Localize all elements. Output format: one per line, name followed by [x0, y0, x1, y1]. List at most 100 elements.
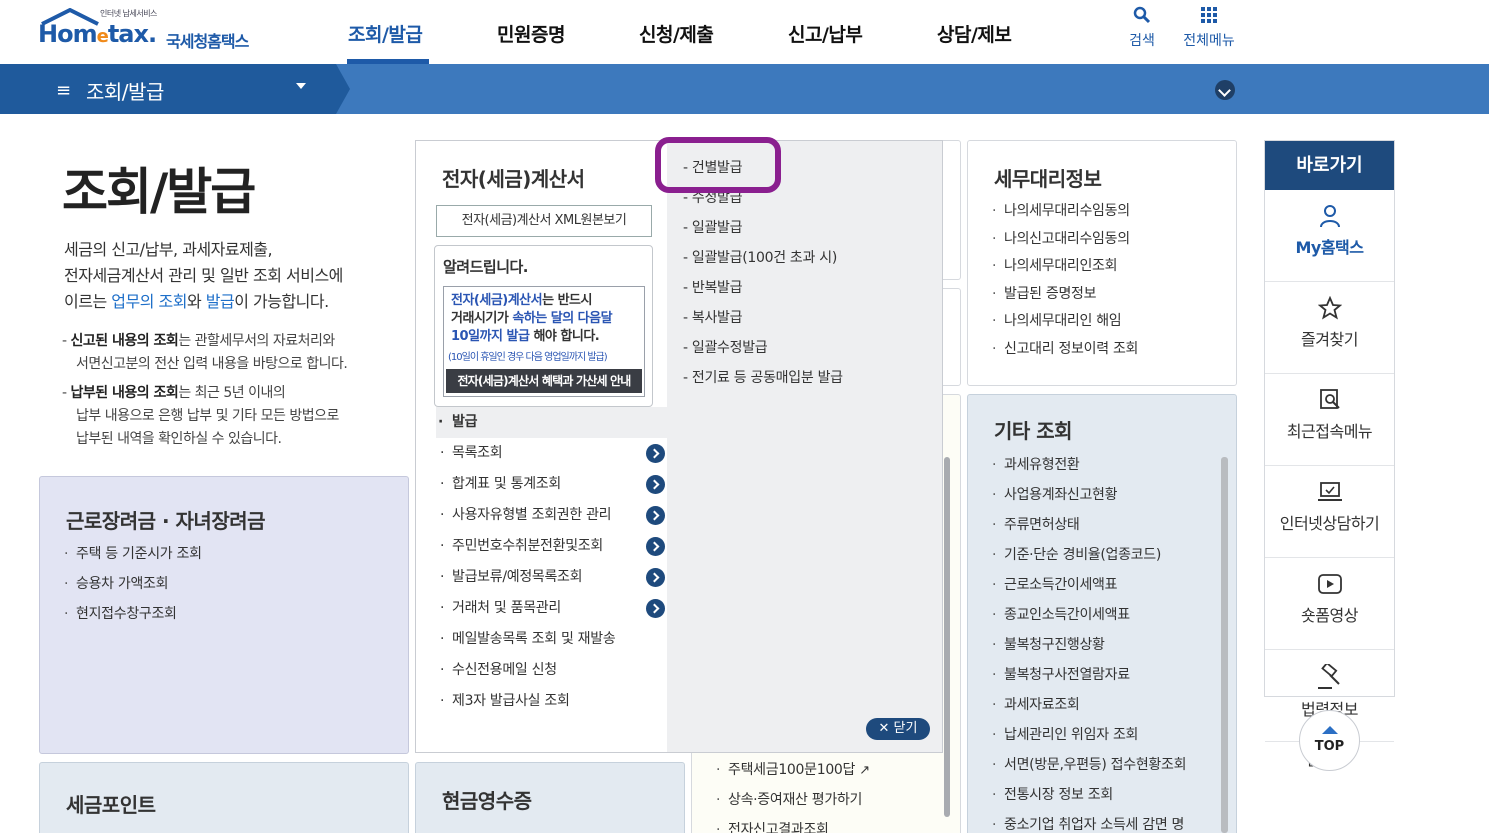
list-item[interactable]: 나의신고대리수임동의	[992, 226, 1138, 254]
card-title: 기타 조회	[994, 419, 1073, 443]
hometax-logo[interactable]: 인터넷 납세서비스 Hometax. 국세청홈택스	[38, 6, 278, 54]
penalty-guide-button[interactable]: 전자(세금)계산서 혜택과 가산세 안내	[446, 369, 642, 393]
highlight-annotation	[655, 137, 781, 193]
nav-consult[interactable]: 상담/제보	[937, 20, 1012, 47]
quick-links-panel: 바로가기 My홈택스 즐겨찾기 최근접속메뉴 인터넷상담하기 숏폼영상	[1264, 140, 1395, 769]
menu-item-summary[interactable]: 합계표 및 통계조회	[438, 469, 667, 500]
logo-tagline: 인터넷 납세서비스	[100, 9, 157, 18]
card-earned-income-credit: 근로장려금 · 자녀장려금 주택 등 기준시가 조회 승용차 가액조회 현지접수…	[39, 476, 409, 754]
list-item[interactable]: 나의세무대리인조회	[992, 253, 1138, 281]
card-other-lookup: 기타 조회 과세유형전환 사업용계좌신고현황 주류면허상태 기준·단순 경비율(…	[967, 394, 1237, 833]
list-item[interactable]: 전자신고결과조회	[716, 815, 870, 833]
caret-down-icon	[296, 83, 306, 89]
submenu-item[interactable]: - 반복발급	[683, 273, 843, 303]
notice-box: 알려드립니다. 전자(세금)계산서는 반드시 거래시기가 속하는 달의 다음달 …	[434, 245, 653, 407]
list-item[interactable]: 발급된 증명정보	[992, 281, 1138, 309]
menu-item-partners[interactable]: 거래처 및 품목관리	[438, 593, 667, 624]
list-item[interactable]: 승용차 가액조회	[64, 569, 202, 599]
list-item[interactable]: 주택세금100문100답 ↗	[716, 755, 870, 785]
list-item[interactable]: 불복청구진행상황	[992, 630, 1186, 660]
list-item[interactable]: 과세자료조회	[992, 690, 1186, 720]
list-item[interactable]: 나의세무대리수임동의	[992, 198, 1138, 226]
allmenu-label: 전체메뉴	[1183, 33, 1235, 49]
arrow-right-icon	[646, 599, 665, 618]
list-item[interactable]: 상속·증여재산 평가하기	[716, 785, 870, 815]
list-item[interactable]: 전통시장 정보 조회	[992, 780, 1186, 810]
menu-item-issue[interactable]: 발급	[436, 407, 667, 438]
list-item[interactable]: 납세관리인 위임자 조회	[992, 720, 1186, 750]
notice-content: 전자(세금)계산서는 반드시 거래시기가 속하는 달의 다음달 10일까지 발급…	[443, 286, 645, 397]
card-tax-agent: 세무대리정보 나의세무대리수임동의 나의신고대리수임동의 나의세무대리인조회 발…	[967, 140, 1237, 386]
scrollbar[interactable]	[944, 457, 950, 817]
menu-item-third-party[interactable]: 제3자 발급사실 조회	[438, 686, 667, 717]
quick-online-consult[interactable]: 인터넷상담하기	[1265, 480, 1394, 558]
search-icon	[1133, 6, 1151, 24]
menu-item-permission[interactable]: 사용자유형별 조회권한 관리	[438, 500, 667, 531]
submenu-item[interactable]: - 일괄수정발급	[683, 333, 843, 363]
quick-favorites[interactable]: 즐겨찾기	[1265, 296, 1394, 374]
menu-item-rrn[interactable]: 주민번호수취분전환및조회	[438, 531, 667, 562]
laptop-icon	[1317, 482, 1342, 501]
popup-title: 전자(세금)계산서	[442, 167, 585, 191]
search-label: 검색	[1129, 33, 1155, 49]
header: 인터넷 납세서비스 Hometax. 국세청홈택스 조회/발급 민원증명 신청/…	[0, 0, 1489, 64]
nav-apply[interactable]: 신청/제출	[639, 20, 714, 47]
popup-left-pane: 전자(세금)계산서 전자(세금)계산서 XML원본보기 알려드립니다. 전자(세…	[416, 141, 667, 752]
nav-civil-cert[interactable]: 민원증명	[497, 20, 565, 47]
list-item[interactable]: 서면(방문,우편등) 접수현황조회	[992, 750, 1186, 780]
allmenu-button[interactable]: 전체메뉴	[1178, 6, 1240, 50]
menu-item-mail[interactable]: 메일발송목록 조회 및 재발송	[438, 624, 667, 655]
section-title: 조회/발급	[86, 80, 164, 104]
arrow-right-icon	[646, 444, 665, 463]
list-item[interactable]: 사업용계좌신고현황	[992, 480, 1186, 510]
logo-korean: 국세청홈택스	[166, 32, 249, 51]
card-title: 세금포인트	[66, 793, 156, 817]
close-button[interactable]: ✕ 닫기	[866, 718, 930, 740]
card-title: 근로장려금 · 자녀장려금	[66, 509, 266, 533]
quick-short-video[interactable]: 숏폼영상	[1265, 572, 1394, 650]
quick-recent-menu[interactable]: 최근접속메뉴	[1265, 388, 1394, 466]
submenu-item[interactable]: - 일괄발급	[683, 213, 843, 243]
list-item[interactable]: 주류면허상태	[992, 510, 1186, 540]
xml-view-button[interactable]: 전자(세금)계산서 XML원본보기	[436, 205, 652, 237]
page-title: 조회/발급	[62, 163, 256, 221]
submenu-item[interactable]: - 전기료 등 공동매입분 발급	[683, 363, 843, 393]
list-item[interactable]: 나의세무대리인 해임	[992, 308, 1138, 336]
quick-my-hometax[interactable]: My홈택스	[1265, 204, 1394, 282]
play-icon	[1317, 574, 1342, 594]
scrollbar[interactable]	[1221, 457, 1228, 833]
gavel-icon	[1317, 664, 1340, 689]
notice-small-text: (10일이 휴일인 경우 다음 영업일까지 발급)	[448, 352, 608, 363]
arrow-right-icon	[646, 568, 665, 587]
list-item[interactable]: 주택 등 기준시가 조회	[64, 539, 202, 569]
sub-navigation-bar: ≡ 조회/발급	[0, 64, 1489, 114]
section-dropdown[interactable]: ≡ 조회/발급	[0, 64, 350, 114]
nav-report-pay[interactable]: 신고/납부	[788, 20, 863, 47]
nav-lookup[interactable]: 조회/발급	[348, 20, 423, 47]
list-item[interactable]: 현지접수창구조회	[64, 599, 202, 629]
submenu-item[interactable]: - 복사발급	[683, 303, 843, 333]
arrow-right-icon	[646, 537, 665, 556]
notice-title: 알려드립니다.	[443, 258, 529, 276]
list-item[interactable]: 종교인소득간이세액표	[992, 600, 1186, 630]
submenu-item[interactable]: - 일괄발급(100건 초과 시)	[683, 243, 843, 273]
list-item[interactable]: 신고대리 정보이력 조회	[992, 336, 1138, 364]
menu-item-pending[interactable]: 발급보류/예정목록조회	[438, 562, 667, 593]
menu-item-receive-mail[interactable]: 수신전용메일 신청	[438, 655, 667, 686]
list-item[interactable]: 근로소득간이세액표	[992, 570, 1186, 600]
external-link-icon: ↗	[859, 763, 870, 778]
list-item[interactable]: 기준·단순 경비율(업종코드)	[992, 540, 1186, 570]
scroll-top-button[interactable]: TOP	[1299, 710, 1360, 771]
notice-text: 전자(세금)계산서는 반드시 거래시기가 속하는 달의 다음달 10일까지 발급…	[451, 293, 613, 344]
list-item[interactable]: 과세유형전환	[992, 450, 1186, 480]
list-item[interactable]: 불복청구사전열람자료	[992, 660, 1186, 690]
list-item[interactable]: 중소기업 취업자 소득세 감면 명	[992, 810, 1186, 833]
arrow-up-icon	[1322, 726, 1338, 734]
popup-menu: 발급 목록조회 합계표 및 통계조회 사용자유형별 조회권한 관리 주민번호수취…	[436, 407, 667, 717]
menu-item-list[interactable]: 목록조회	[438, 438, 667, 469]
arrow-right-icon	[646, 475, 665, 494]
card-title: 세무대리정보	[994, 167, 1102, 191]
quick-links-title: 바로가기	[1265, 141, 1394, 190]
search-button[interactable]: 검색	[1124, 6, 1160, 50]
expand-chevron-icon[interactable]	[1215, 80, 1235, 100]
